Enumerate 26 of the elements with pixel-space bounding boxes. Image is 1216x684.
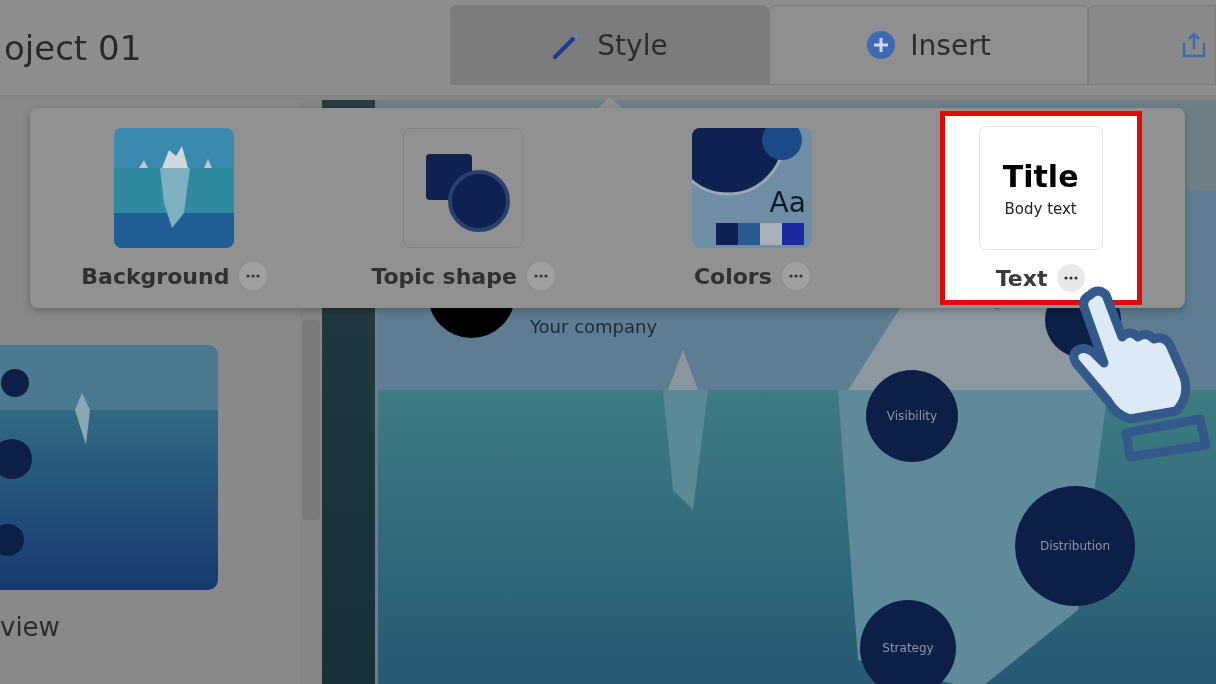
style-option[interactable]: Title Body text Text — [942, 114, 1139, 302]
more-icon — [246, 274, 261, 278]
more-icon — [1064, 276, 1079, 280]
sample-text: Aa — [769, 186, 806, 219]
option-label: Colors — [693, 263, 772, 289]
title-sample: Title — [1002, 158, 1079, 194]
option-label: Text — [995, 265, 1048, 291]
share-icon[interactable] — [1181, 31, 1207, 59]
style-option[interactable]: Background — [59, 116, 290, 300]
option-label: Topic shape — [371, 263, 517, 289]
toolbar-tab[interactable]: Insert — [769, 5, 1088, 85]
style-option[interactable]: Aa Colors — [669, 116, 834, 300]
more-button[interactable] — [1057, 264, 1086, 292]
body-sample: Body text — [1004, 199, 1077, 218]
more-button[interactable] — [526, 262, 555, 290]
option-label: Background — [81, 263, 230, 289]
toolbar-tab[interactable]: Style — [450, 5, 769, 85]
more-button[interactable] — [239, 262, 268, 290]
company-name: Your company — [530, 316, 658, 337]
plus-icon — [866, 30, 897, 60]
project-title: oject 01 — [3, 27, 143, 68]
slide-label: view — [0, 612, 61, 642]
more-button[interactable] — [781, 262, 810, 290]
style-option[interactable]: Topic shape — [349, 116, 577, 300]
more-icon — [788, 274, 803, 278]
more-icon — [533, 274, 548, 278]
